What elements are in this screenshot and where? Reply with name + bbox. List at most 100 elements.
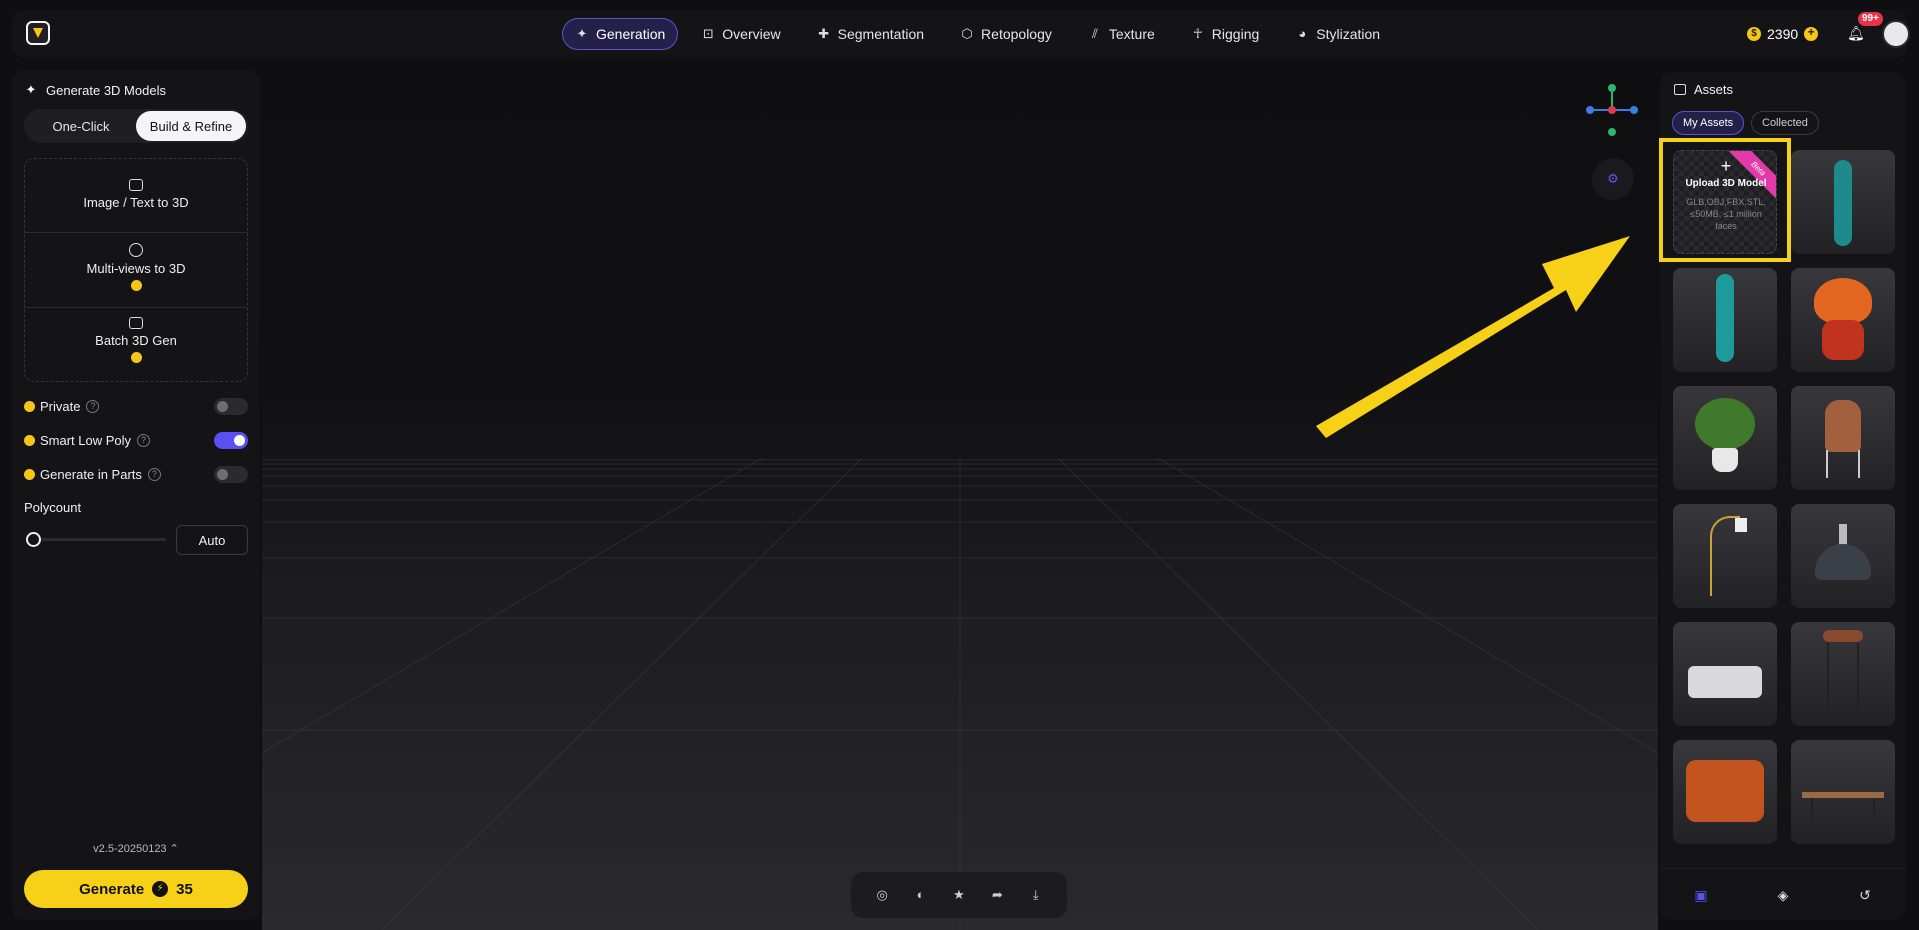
sparkle-icon: ✦ <box>576 26 588 41</box>
nav-segmentation[interactable]: ✚ Segmentation <box>804 18 937 50</box>
divider <box>25 307 247 308</box>
bell-icon[interactable]: 🔔︎ <box>1847 25 1865 41</box>
plant-pot <box>1712 448 1738 472</box>
nav-rigging[interactable]: ☥ Rigging <box>1178 18 1272 50</box>
annotation-arrow-icon <box>1316 236 1630 438</box>
mode-multi-views-to-3d[interactable]: Multi-views to 3D <box>25 243 247 291</box>
credits-value: 2390 <box>1767 26 1799 42</box>
mode-batch-3d-gen[interactable]: Batch 3D Gen <box>25 317 247 363</box>
share-icon[interactable]: ➦ <box>987 885 1007 905</box>
viewport-settings-button[interactable]: ⚙︎ <box>1592 158 1634 200</box>
layers-icon[interactable]: ◈ <box>1773 885 1793 905</box>
nav-stylization[interactable]: ◕ Stylization <box>1282 18 1393 50</box>
chair-legs <box>1826 450 1860 478</box>
premium-badge-icon <box>24 400 35 412</box>
stool-legs <box>1827 642 1859 714</box>
stripes-icon: ⫽ <box>1091 26 1098 41</box>
asset-tile-armchair[interactable] <box>1673 740 1777 844</box>
figure-icon: ☥ <box>1192 26 1203 41</box>
download-icon[interactable]: ⤓ <box>1026 885 1046 905</box>
mode-image-text-to-3d[interactable]: Image / Text to 3D <box>25 179 247 210</box>
generate-in-parts-toggle[interactable] <box>214 466 248 483</box>
premium-badge-icon <box>24 468 35 480</box>
generate-button[interactable]: Generate ⚡︎ 35 <box>24 870 248 908</box>
help-icon[interactable]: ? <box>86 399 100 413</box>
fox-head <box>1814 278 1872 324</box>
fox-body <box>1822 320 1864 360</box>
chevron-up-icon: ⌃ <box>169 843 179 855</box>
viewport-toolbar: ◎ ◐ ★ ➦ ⤓ <box>851 872 1067 918</box>
multiview-icon <box>129 243 143 257</box>
asset-tile-floor-lamp[interactable] <box>1673 504 1777 608</box>
axis-gizmo-icon[interactable] <box>1582 80 1642 140</box>
batch-icon <box>129 317 143 329</box>
premium-badge-icon <box>130 352 142 363</box>
premium-badge-icon <box>130 280 142 291</box>
help-icon[interactable]: ? <box>137 433 151 447</box>
help-icon[interactable]: ? <box>147 467 161 481</box>
generation-modes: Image / Text to 3D Multi-views to 3D Bat… <box>24 158 248 382</box>
panel-title: ✦ Generate 3D Models <box>25 82 166 98</box>
mode-switch: One-Click Build & Refine <box>24 109 248 143</box>
upload-highlight-box <box>1659 138 1791 262</box>
plant-leaves <box>1695 398 1755 450</box>
smart-low-poly-toggle[interactable] <box>214 432 248 449</box>
lamp-shade <box>1735 518 1747 532</box>
armchair-body <box>1686 760 1764 822</box>
polycount-slider[interactable] <box>26 532 166 547</box>
premium-badge-icon <box>24 434 35 446</box>
slider-handle[interactable] <box>26 532 41 547</box>
tab-one-click[interactable]: One-Click <box>26 111 136 141</box>
option-smart-low-poly: Smart Low Poly ? <box>24 430 248 450</box>
asset-tile-fox[interactable] <box>1791 268 1895 372</box>
option-generate-in-parts: Generate in Parts ? <box>24 464 248 484</box>
robot-figure <box>1834 160 1852 246</box>
asset-tile-bar-stool[interactable] <box>1791 622 1895 726</box>
avatar[interactable] <box>1882 20 1910 48</box>
nav-generation[interactable]: ✦ Generation <box>562 18 679 50</box>
asset-tile-robot-1[interactable] <box>1791 150 1895 254</box>
add-credits-icon[interactable] <box>1804 25 1819 41</box>
asset-tile-chair[interactable] <box>1791 386 1895 490</box>
bolt-icon: ⚡︎ <box>152 881 169 897</box>
globe-icon[interactable]: ◎ <box>872 885 892 905</box>
tab-my-assets[interactable]: My Assets <box>1672 111 1745 135</box>
polycount-input[interactable]: Auto <box>176 525 248 555</box>
history-icon[interactable]: ↺ <box>1855 885 1875 905</box>
top-bar: ✦ Generation ⊡ Overview ✚ Segmentation ⬡ Ret… <box>12 10 1910 57</box>
tab-collected[interactable]: Collected <box>1751 111 1819 135</box>
pendant-shade <box>1815 544 1871 580</box>
nav-texture[interactable]: ⫽ Texture <box>1075 18 1168 50</box>
mesh-icon: ⬡ <box>961 26 973 41</box>
star-icon[interactable]: ★ <box>949 885 969 905</box>
asset-tile-table[interactable] <box>1791 740 1895 844</box>
credits[interactable]: 2390 <box>1747 24 1819 44</box>
circle-icon[interactable]: ◐ <box>911 885 931 905</box>
private-toggle[interactable] <box>214 398 248 415</box>
puzzle-icon: ✚ <box>818 26 830 41</box>
robot-figure <box>1716 274 1734 362</box>
archive-icon[interactable]: ▣ <box>1691 885 1711 905</box>
3d-viewport[interactable]: ⚙︎ <box>262 70 1658 930</box>
stool-seat <box>1823 630 1863 642</box>
asset-tile-sofa[interactable] <box>1673 622 1777 726</box>
main-nav: ✦ Generation ⊡ Overview ✚ Segmentation ⬡ Ret… <box>562 18 1393 50</box>
version-selector[interactable]: v2.5-20250123 ⌃ <box>12 842 260 855</box>
assets-panel-tabs: ▣ ◈ ↺ <box>1660 868 1906 920</box>
option-private: Private ? <box>24 396 248 416</box>
sparkle-icon: ✦ <box>25 82 37 97</box>
palette-icon: ◕ <box>1298 26 1307 41</box>
nav-retopology[interactable]: ⬡ Retopology <box>947 18 1065 50</box>
asset-tile-plant[interactable] <box>1673 386 1777 490</box>
tab-build-refine[interactable]: Build & Refine <box>136 111 246 141</box>
sliders-icon: ⚙︎ <box>1607 171 1619 186</box>
image-icon <box>129 179 143 191</box>
asset-tile-pendant-lamp[interactable] <box>1791 504 1895 608</box>
polycount-label: Polycount <box>24 500 82 515</box>
logo-icon[interactable] <box>26 21 50 45</box>
nav-overview[interactable]: ⊡ Overview <box>688 18 793 50</box>
divider <box>25 232 247 233</box>
table-legs <box>1811 798 1875 820</box>
asset-tile-robot-2[interactable] <box>1673 268 1777 372</box>
archive-icon <box>1674 84 1686 95</box>
